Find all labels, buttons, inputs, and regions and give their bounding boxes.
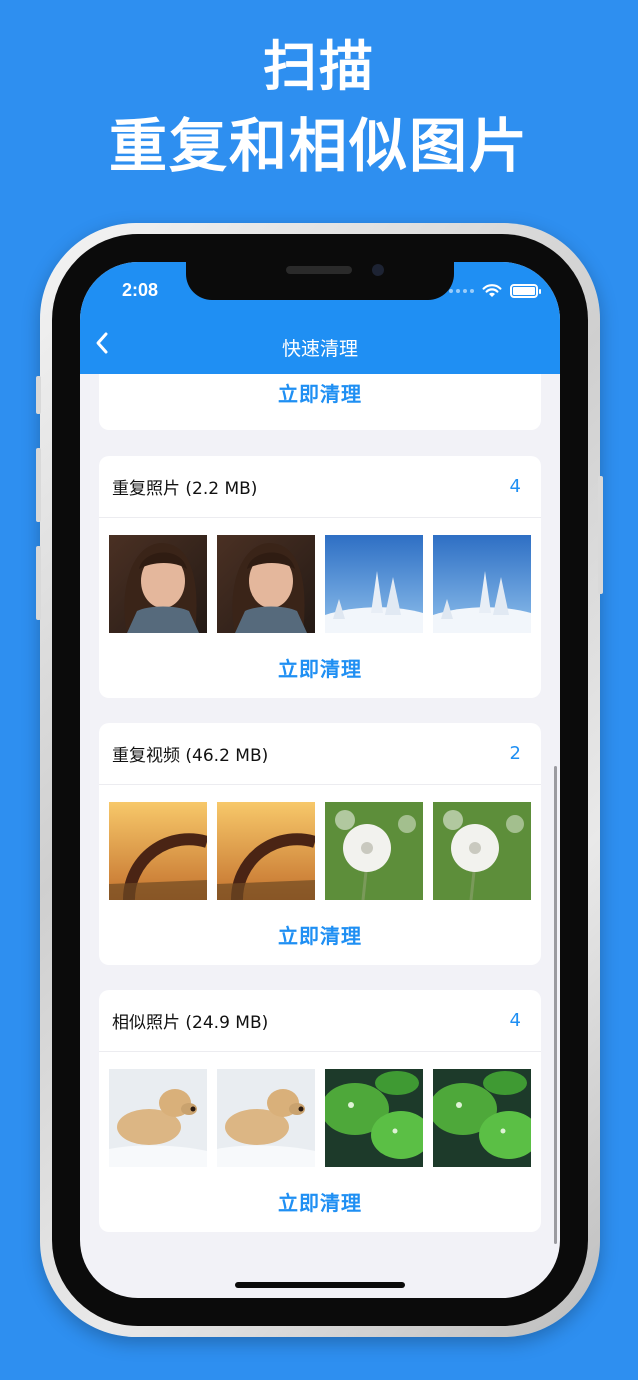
front-camera	[372, 264, 384, 276]
thumbnail-snow-trees[interactable]	[325, 535, 423, 633]
thumbnail-dandelion[interactable]	[325, 802, 423, 900]
scrollbar[interactable]	[554, 766, 557, 1244]
cleanup-card-partial: 立即清理	[99, 374, 541, 430]
duplicate-photos-card: 重复照片 (2.2 MB) 4 立即清理	[99, 456, 541, 698]
headline-line-1: 扫描	[263, 35, 375, 98]
volume-up-button	[36, 448, 41, 522]
card-header[interactable]: 相似照片 (24.9 MB) 4	[99, 990, 541, 1052]
wifi-icon	[482, 284, 502, 297]
scroll-content[interactable]: 立即清理 重复照片 (2.2 MB) 4 立即清理 重复视频 (46.2 MB)…	[80, 374, 560, 1298]
card-count: 4	[509, 476, 521, 497]
headline-line-2: 重复和相似图片	[108, 112, 529, 180]
clean-now-button[interactable]: 立即清理	[99, 1187, 541, 1216]
thumbnail-girl-portrait[interactable]	[217, 535, 315, 633]
card-count: 4	[509, 1010, 521, 1031]
thumbnail-lily-pads[interactable]	[433, 1069, 531, 1167]
thumbnail-dog-in-snow[interactable]	[109, 1069, 207, 1167]
thumbnail-snow-trees[interactable]	[433, 535, 531, 633]
clean-now-button[interactable]: 立即清理	[99, 920, 541, 949]
clean-now-button[interactable]: 立即清理	[99, 653, 541, 682]
power-button	[598, 476, 603, 594]
thumbnail-girl-portrait[interactable]	[109, 535, 207, 633]
thumbnail-row	[99, 1052, 541, 1167]
thumbnail-row	[99, 518, 541, 633]
card-title: 重复照片 (2.2 MB)	[112, 479, 258, 499]
card-header[interactable]: 重复照片 (2.2 MB) 4	[99, 456, 541, 518]
card-header[interactable]: 重复视频 (46.2 MB) 2	[99, 723, 541, 785]
signal-dots-icon	[449, 289, 474, 293]
card-title: 相似照片 (24.9 MB)	[112, 1013, 269, 1033]
thumbnail-dog-in-snow[interactable]	[217, 1069, 315, 1167]
phone-screen: 2:08 快速清理 立即清理 重复照片 (2.2 MB) 4 立即清理 重复视频…	[80, 262, 560, 1298]
status-icons	[449, 284, 541, 298]
mute-switch	[36, 376, 41, 414]
similar-photos-card: 相似照片 (24.9 MB) 4 立即清理	[99, 990, 541, 1232]
volume-down-button	[36, 546, 41, 620]
duplicate-videos-card: 重复视频 (46.2 MB) 2 立即清理	[99, 723, 541, 965]
thumbnail-lily-pads[interactable]	[325, 1069, 423, 1167]
thumbnail-row	[99, 785, 541, 900]
thumbnail-sunset-wheel[interactable]	[109, 802, 207, 900]
speaker	[286, 266, 352, 274]
nav-title: 快速清理	[281, 338, 358, 360]
notch	[186, 262, 454, 300]
status-time: 2:08	[122, 280, 159, 300]
home-indicator[interactable]	[235, 1282, 405, 1288]
card-title: 重复视频 (46.2 MB)	[112, 746, 269, 766]
thumbnail-dandelion[interactable]	[433, 802, 531, 900]
battery-icon	[510, 284, 541, 298]
thumbnail-sunset-wheel[interactable]	[217, 802, 315, 900]
clean-now-button[interactable]: 立即清理	[99, 378, 541, 407]
card-count: 2	[509, 743, 521, 764]
